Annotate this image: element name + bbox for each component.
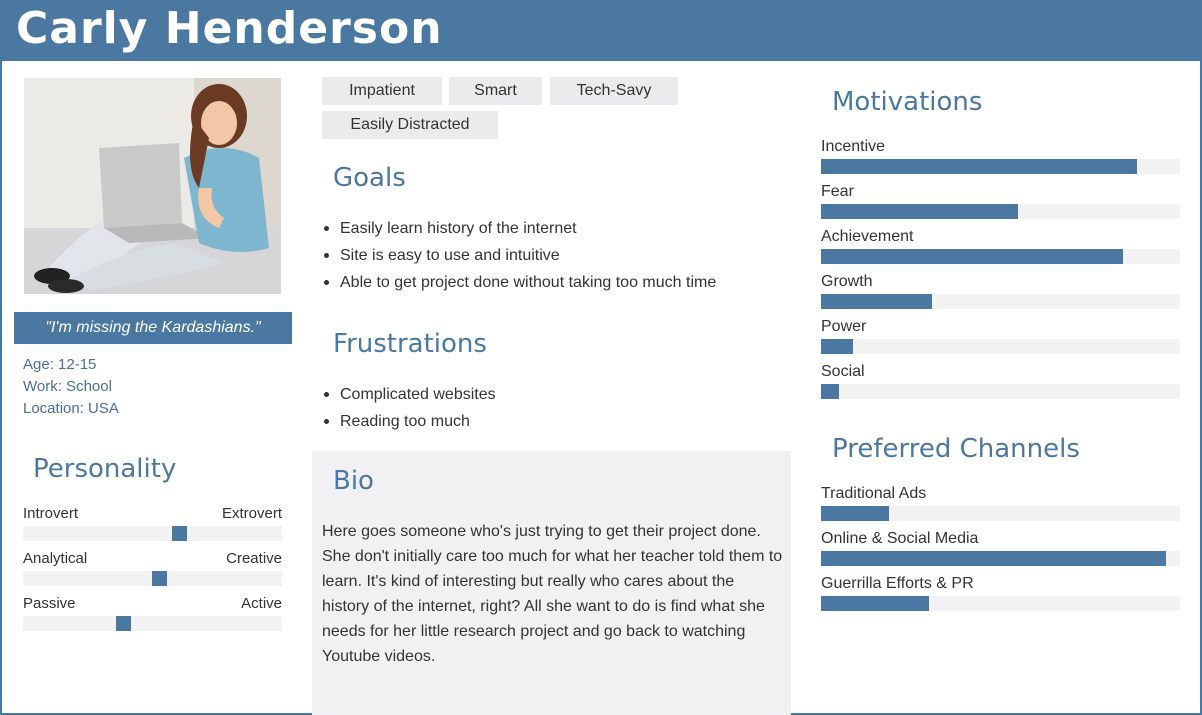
persona-photo (24, 78, 281, 294)
channels-title: Preferred Channels (832, 434, 1080, 464)
channel-bar-track (821, 596, 1180, 611)
motivation-label: Growth (821, 273, 873, 290)
motivation-label: Fear (821, 183, 854, 200)
goal-item: Easily learn history of the internet (322, 218, 716, 245)
slider-right-label: Extrovert (221, 505, 282, 522)
persona-location: Location: USA (23, 400, 119, 417)
channel-bar-track (821, 506, 1180, 521)
trait-tag: Tech-Savy (550, 77, 678, 105)
motivation-bar-fill (821, 339, 854, 354)
motivation-bar-track (821, 249, 1180, 264)
motivation-label: Incentive (821, 138, 886, 155)
trait-tag: Smart (449, 77, 542, 105)
goal-item: Site is easy to use and intuitive (322, 245, 716, 272)
motivation-bar-track (821, 384, 1180, 399)
frustrations-list: Complicated websites Reading too much (322, 384, 496, 438)
channel-label: Online & Social Media (821, 530, 979, 547)
personality-title: Personality (33, 454, 177, 484)
motivation-bar-track (821, 294, 1180, 309)
slider-knob (172, 526, 187, 541)
slider-track (23, 526, 282, 541)
motivation-bar-fill (821, 204, 1019, 219)
motivation-bar-fill (821, 294, 933, 309)
motivation-label: Social (821, 363, 865, 380)
frustrations-title: Frustrations (333, 329, 487, 359)
slider-left-label: Introvert (23, 505, 79, 522)
goal-item: Able to get project done without taking … (322, 272, 716, 299)
bio-text: Here goes someone who's just trying to g… (322, 523, 783, 665)
header-bar: Carly Henderson (2, 0, 1200, 61)
goals-list: Easily learn history of the internet Sit… (322, 218, 716, 299)
channel-bar-track (821, 551, 1180, 566)
motivation-label: Achievement (821, 228, 914, 245)
slider-knob (116, 616, 131, 631)
slider-knob (152, 571, 167, 586)
slider-track (23, 616, 282, 631)
slider-right-label: Creative (226, 550, 282, 567)
motivation-bar-fill (821, 249, 1123, 264)
persona-name: Carly Henderson (16, 3, 443, 54)
frustration-item: Reading too much (322, 411, 496, 438)
slider-left-label: Analytical (23, 550, 88, 567)
trait-tag: Easily Distracted (322, 111, 498, 139)
motivation-bar-track (821, 204, 1180, 219)
motivation-bar-fill (821, 384, 839, 399)
channel-label: Traditional Ads (821, 485, 927, 502)
motivations-title: Motivations (832, 87, 983, 117)
channel-bar-fill (821, 551, 1166, 566)
persona-work: Work: School (23, 378, 112, 395)
persona-quote: "I'm missing the Kardashians." (14, 312, 292, 344)
bio-title: Bio (333, 466, 374, 496)
slider-track (23, 571, 282, 586)
persona-age: Age: 12-15 (23, 356, 97, 373)
channel-bar-fill (821, 506, 890, 521)
motivation-label: Power (821, 318, 867, 335)
motivation-bar-track (821, 339, 1180, 354)
goals-title: Goals (333, 163, 406, 193)
slider-left-label: Passive (23, 595, 76, 612)
motivation-bar-fill (821, 159, 1137, 174)
frustration-item: Complicated websites (322, 384, 496, 411)
channel-label: Guerrilla Efforts & PR (821, 575, 974, 592)
trait-tag: Impatient (322, 77, 442, 105)
slider-right-label: Active (241, 595, 282, 612)
channel-bar-fill (821, 596, 929, 611)
motivation-bar-track (821, 159, 1180, 174)
